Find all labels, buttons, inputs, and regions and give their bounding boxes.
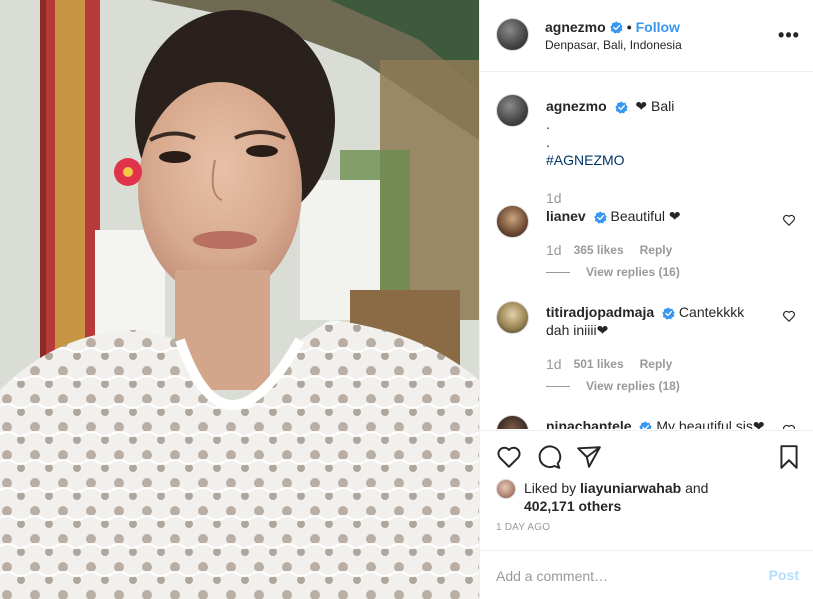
comment-text: My beautiful sis❤ <box>656 418 765 429</box>
verified-badge-icon <box>639 421 653 429</box>
comment-item: lianev Beautiful ❤ 1d 365 likes Reply Vi… <box>496 205 796 285</box>
commenter-avatar[interactable] <box>496 301 529 334</box>
comment-likes[interactable]: 365 likes <box>574 243 624 257</box>
liker-username[interactable]: liayuniarwahab <box>580 480 681 496</box>
like-heart-icon[interactable] <box>496 444 522 470</box>
commenter-avatar[interactable] <box>496 415 529 429</box>
verified-badge-icon <box>662 307 675 320</box>
comment-like-heart-icon[interactable] <box>782 213 796 227</box>
caption-hashtag[interactable]: #AGNEZMO <box>546 151 796 169</box>
comments-list[interactable]: agnezmo ❤ Bali . . #AGNEZMO 1d lianev Be… <box>480 73 813 429</box>
view-replies-label: View replies (18) <box>586 379 680 393</box>
comment-like-heart-icon[interactable] <box>782 423 796 429</box>
commenter-username[interactable]: ninachantele <box>546 418 632 429</box>
liked-by-connector: and <box>685 480 709 496</box>
separator-dot: • <box>626 19 632 35</box>
comment-item: ninachantele My beautiful sis❤ <box>496 415 796 429</box>
post-photo[interactable] <box>0 0 479 599</box>
more-options-icon[interactable]: ••• <box>778 24 800 46</box>
caption-line: . <box>546 116 550 132</box>
verified-badge-icon <box>610 20 623 34</box>
comment-text-line: lianev Beautiful ❤ <box>546 207 766 225</box>
post-actions-section: Liked by liayuniarwahab and 402,171 othe… <box>480 430 813 599</box>
post-image <box>0 0 479 599</box>
save-bookmark-icon[interactable] <box>776 444 802 470</box>
comment-likes[interactable]: 501 likes <box>574 357 624 371</box>
comment-meta: 1d 365 likes Reply <box>546 242 672 258</box>
commenter-avatar[interactable] <box>496 205 529 238</box>
post-comment-button[interactable]: Post <box>769 567 799 583</box>
comment-item: titiradjopadmaja Cantekkkk dah iniiii❤ 1… <box>496 301 796 393</box>
view-replies-button[interactable]: View replies (18) <box>546 379 680 393</box>
commenter-username[interactable]: titiradjopadmaja <box>546 304 654 320</box>
post-sidebar: agnezmo • Follow Denpasar, Bali, Indones… <box>479 0 813 599</box>
view-replies-label: View replies (16) <box>586 265 680 279</box>
post-header: agnezmo • Follow Denpasar, Bali, Indones… <box>480 0 813 72</box>
comment-bubble-icon[interactable] <box>536 444 562 470</box>
comment-time[interactable]: 1d <box>546 356 562 372</box>
likes-count-link[interactable]: 402,171 others <box>524 498 621 514</box>
comment-text-line: ninachantele My beautiful sis❤ <box>546 417 786 429</box>
comment-text-line: titiradjopadmaja Cantekkkk dah iniiii❤ <box>546 303 766 339</box>
commenter-username[interactable]: lianev <box>546 208 586 224</box>
replies-divider <box>546 271 570 273</box>
liked-by-prefix: Liked by <box>524 480 577 496</box>
author-line: agnezmo • Follow <box>545 19 680 35</box>
caption-first-line: agnezmo ❤ Bali <box>546 97 796 115</box>
reply-button[interactable]: Reply <box>640 243 673 257</box>
verified-badge-icon <box>614 101 628 114</box>
follow-button[interactable]: Follow <box>636 19 680 35</box>
caption-line: . <box>546 134 550 150</box>
liker-avatar[interactable] <box>496 479 516 499</box>
comment-meta: 1d 501 likes Reply <box>546 356 672 372</box>
post-location[interactable]: Denpasar, Bali, Indonesia <box>545 38 682 52</box>
caption-author-username[interactable]: agnezmo <box>546 98 607 114</box>
author-avatar[interactable] <box>496 18 529 51</box>
comment-text: Beautiful ❤ <box>610 208 681 224</box>
verified-badge-icon <box>593 211 607 224</box>
comment-input[interactable] <box>496 566 746 586</box>
heart-emoji-icon: ❤ <box>631 98 651 114</box>
caption-author-avatar[interactable] <box>496 94 529 127</box>
reply-button[interactable]: Reply <box>640 357 673 371</box>
caption-text: Bali <box>650 98 675 114</box>
comment-time[interactable]: 1d <box>546 242 562 258</box>
author-username[interactable]: agnezmo <box>545 19 606 35</box>
add-comment-form: Post <box>480 550 813 599</box>
replies-divider <box>546 385 570 387</box>
share-direct-icon[interactable] <box>576 444 602 470</box>
comment-like-heart-icon[interactable] <box>782 309 796 323</box>
post-timestamp[interactable]: 1 DAY AGO <box>496 522 550 533</box>
view-replies-button[interactable]: View replies (16) <box>546 265 680 279</box>
